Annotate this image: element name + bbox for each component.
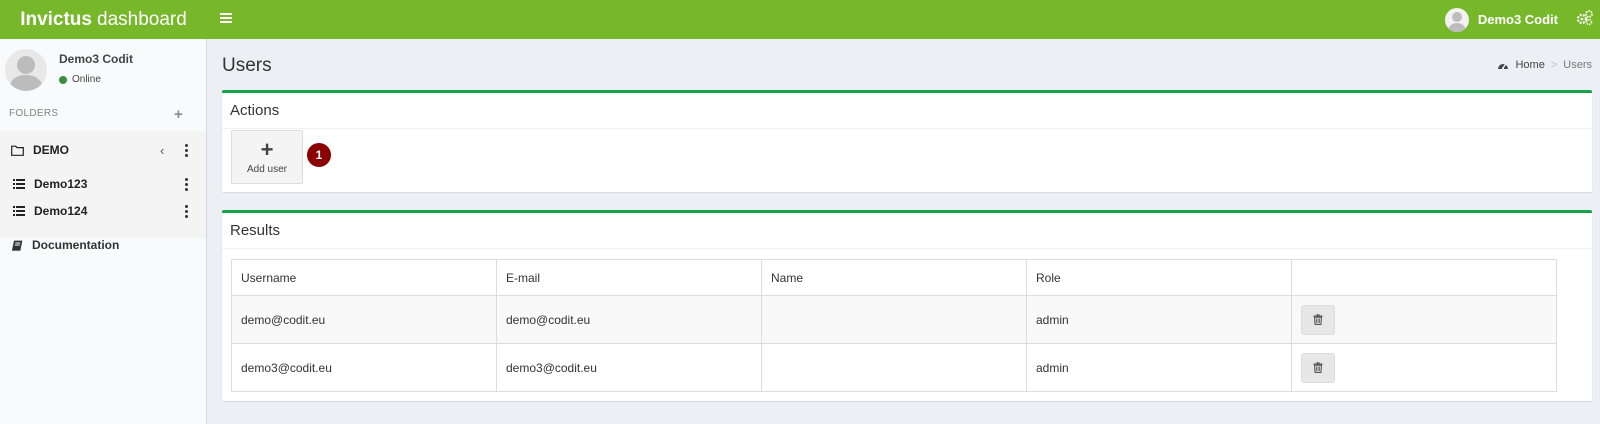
- breadcrumb: Home > Users: [1497, 59, 1592, 71]
- user-name: Demo3 Codit: [1477, 12, 1558, 27]
- top-navbar: Invictus dashboard Demo3 Codit: [0, 0, 1600, 39]
- folder-tree: DEMO ‹ Demo123 Demo124: [0, 131, 206, 238]
- cell-role: admin: [1026, 295, 1292, 344]
- actions-box: Actions + Add user 1: [222, 90, 1592, 192]
- breadcrumb-current: Users: [1563, 59, 1592, 71]
- menu-toggle-icon[interactable]: [218, 11, 234, 27]
- dashboard-icon: [1497, 60, 1509, 70]
- table-row: demo@codit.eu demo@codit.eu admin: [231, 295, 1557, 344]
- results-title: Results: [222, 213, 1592, 249]
- item-menu-icon[interactable]: [184, 204, 188, 219]
- chevron-left-icon[interactable]: ‹: [160, 143, 164, 158]
- folder-icon: [11, 145, 24, 156]
- trash-icon: [1313, 314, 1323, 325]
- table-header-row: Username E-mail Name Role: [231, 259, 1557, 296]
- list-icon: [13, 206, 25, 216]
- actions-title: Actions: [222, 93, 1592, 129]
- sidebar-user-name: Demo3 Codit: [59, 52, 134, 66]
- delete-user-button[interactable]: [1301, 304, 1335, 335]
- cell-username: demo@codit.eu: [231, 295, 497, 344]
- table-row: demo3@codit.eu demo3@codit.eu admin: [231, 343, 1557, 392]
- brand-rest: dashboard: [97, 8, 187, 30]
- folders-header: FOLDERS: [9, 108, 59, 119]
- book-icon: [11, 240, 23, 251]
- sidebar-item-label: Demo124: [34, 204, 88, 218]
- column-header-username[interactable]: Username: [231, 259, 497, 296]
- trash-icon: [1313, 362, 1323, 373]
- avatar: [1444, 7, 1469, 32]
- sidebar-item-documentation[interactable]: Documentation: [0, 232, 206, 258]
- users-table: Username E-mail Name Role demo@codit.eu …: [231, 259, 1557, 392]
- folder-menu-icon[interactable]: [184, 143, 188, 158]
- brand-logo[interactable]: Invictus dashboard: [0, 0, 207, 39]
- folder-label: DEMO: [33, 143, 69, 157]
- add-folder-button[interactable]: +: [174, 106, 183, 123]
- column-header-role[interactable]: Role: [1026, 259, 1292, 296]
- list-icon: [13, 179, 25, 189]
- sidebar: Demo3 Codit Online FOLDERS + DEMO ‹ Demo…: [0, 39, 207, 424]
- user-panel: Demo3 Codit Online: [0, 39, 207, 99]
- column-header-name[interactable]: Name: [761, 259, 1027, 296]
- column-header-actions: [1291, 259, 1557, 296]
- sidebar-item-demo124[interactable]: Demo124: [0, 198, 206, 224]
- add-user-label: Add user: [246, 163, 288, 175]
- avatar: [5, 49, 47, 91]
- plus-icon: +: [260, 136, 274, 162]
- status-indicator: Online: [59, 74, 101, 85]
- sidebar-item-label: Documentation: [32, 238, 120, 252]
- cell-email: demo@codit.eu: [496, 295, 762, 344]
- breadcrumb-separator: >: [1550, 59, 1558, 71]
- item-menu-icon[interactable]: [184, 177, 188, 192]
- results-box: Results Username E-mail Name Role demo@c…: [222, 210, 1592, 401]
- add-user-button[interactable]: + Add user: [231, 130, 303, 184]
- folder-demo[interactable]: DEMO ‹: [0, 137, 206, 163]
- page-title: Users: [222, 55, 272, 76]
- status-text: Online: [72, 74, 101, 85]
- gears-icon[interactable]: [1576, 9, 1594, 27]
- delete-user-button[interactable]: [1301, 352, 1335, 383]
- brand-bold: Invictus: [20, 8, 92, 30]
- breadcrumb-home-link[interactable]: Home: [1515, 59, 1544, 71]
- cell-email: demo3@codit.eu: [496, 343, 762, 392]
- cell-actions: [1291, 343, 1557, 392]
- sidebar-item-label: Demo123: [34, 177, 88, 191]
- user-menu[interactable]: Demo3 Codit: [1444, 4, 1558, 35]
- cell-name: [761, 295, 1027, 344]
- cell-role: admin: [1026, 343, 1292, 392]
- cell-actions: [1291, 295, 1557, 344]
- cell-username: demo3@codit.eu: [231, 343, 497, 392]
- online-dot-icon: [59, 75, 67, 84]
- step-badge: 1: [307, 143, 331, 167]
- main-content: Users Home > Users Actions + Add user 1 …: [207, 39, 1600, 424]
- column-header-email[interactable]: E-mail: [496, 259, 762, 296]
- cell-name: [761, 343, 1027, 392]
- sidebar-item-demo123[interactable]: Demo123: [0, 171, 206, 197]
